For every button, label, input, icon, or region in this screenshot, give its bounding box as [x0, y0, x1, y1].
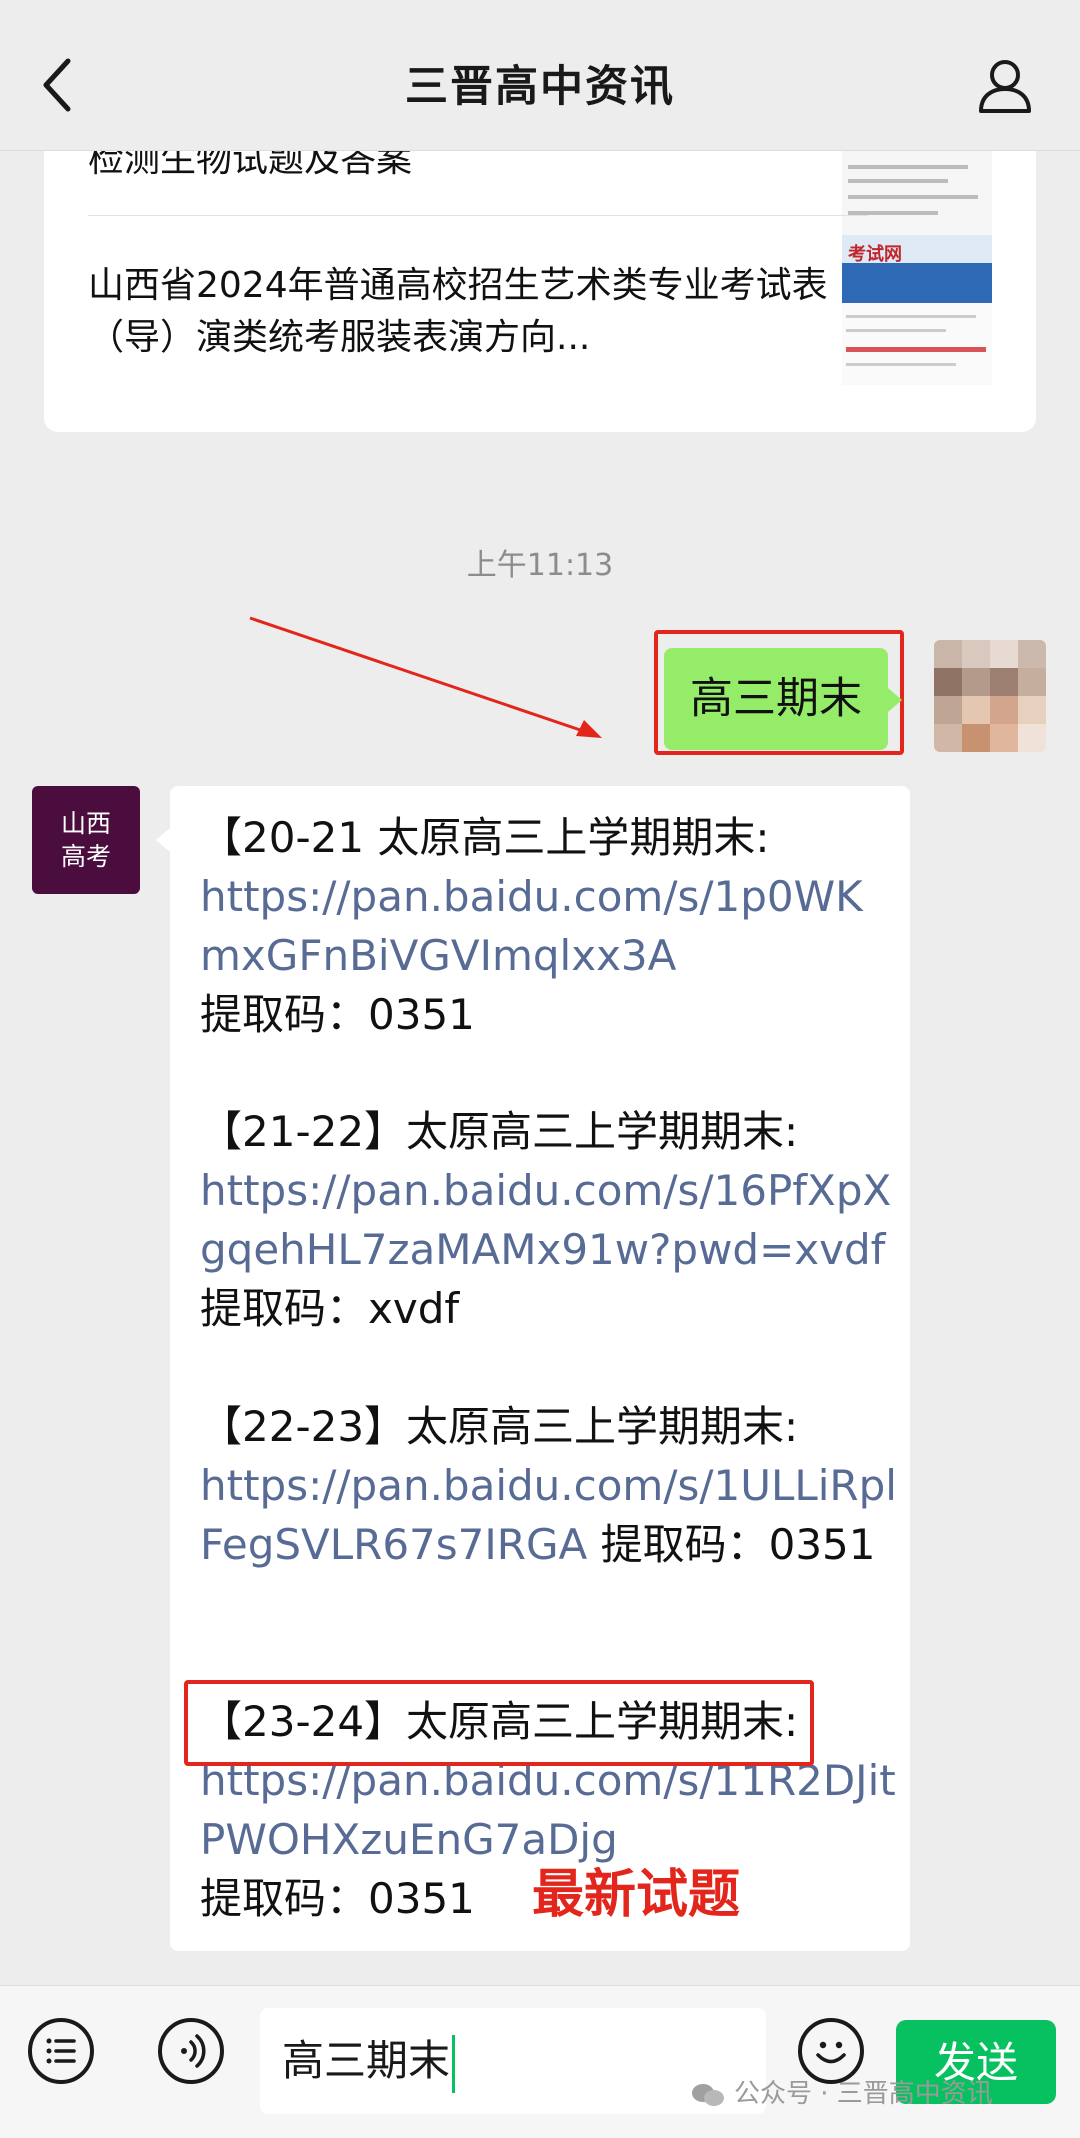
avatar[interactable] [934, 640, 1046, 752]
extract-code: 提取码：xvdf [200, 1284, 460, 1333]
article-thumbnail[interactable]: 考试网 [842, 235, 992, 385]
resource-heading: 【21-22】太原高三上学期期末: [200, 1107, 799, 1156]
sent-message-bubble[interactable]: 高三期末 [664, 648, 888, 750]
resource-entry: 【20-21 太原高三上学期期末: https://pan.baidu.com/… [200, 808, 900, 1044]
annotation-box [184, 1680, 814, 1766]
official-account-avatar[interactable]: 山西 高考 [32, 786, 140, 894]
avatar-text: 山西 [60, 809, 111, 838]
bubble-tail [156, 828, 170, 852]
menu-list-icon [46, 2038, 76, 2064]
emoji-icon [816, 2041, 846, 2064]
profile-icon[interactable] [975, 55, 1035, 115]
extract-code: 提取码：0351 [200, 990, 475, 1039]
pan-link[interactable]: https://pan.baidu.com/s/11R2DJitPWOHXzuE… [200, 1756, 896, 1864]
extract-code: 提取码：0351 [200, 1874, 475, 1923]
extract-code: 提取码：0351 [600, 1520, 876, 1569]
top-nav-bar: 三晋高中资讯 [0, 0, 1080, 151]
article-divider [88, 215, 868, 216]
input-text: 高三期末 [282, 2036, 451, 2085]
chat-title: 三晋高中资讯 [405, 62, 675, 112]
resource-heading: 【20-21 太原高三上学期期末: [200, 813, 770, 862]
pan-link[interactable]: https://pan.baidu.com/s/16PfXpXgqehHL7za… [200, 1166, 891, 1274]
resource-entry: 【22-23】太原高三上学期期末: https://pan.baidu.com/… [200, 1397, 900, 1574]
menu-list-icon[interactable] [28, 2018, 94, 2084]
bubble-tail [888, 688, 902, 712]
avatar-text: 高考 [60, 842, 111, 871]
article-item-title[interactable]: 山西省2024年普通高校招生艺术类专业考试表（导）演类统考服装表演方向... [88, 260, 848, 364]
annotation-note: 最新试题 [532, 1865, 741, 1925]
voice-icon[interactable] [158, 2018, 224, 2084]
text-caret [452, 2034, 456, 2093]
wechat-icon [692, 2083, 724, 2106]
watermark: 公众号 · 三晋高中资讯 [690, 2073, 993, 2110]
resource-entry: 【21-22】太原高三上学期期末: https://pan.baidu.com/… [200, 1102, 900, 1338]
annotation-arrow-icon [249, 616, 602, 738]
input-toolbar: 高三期末 发送 [0, 1985, 1080, 2138]
watermark-text: 公众号 · 三晋高中资讯 [734, 2079, 993, 2109]
voice-icon [181, 2034, 206, 2068]
pan-link[interactable]: https://pan.baidu.com/s/1p0WKmxGFnBiVGVI… [200, 872, 863, 980]
resource-heading: 【22-23】太原高三上学期期末: [200, 1402, 799, 1451]
message-timestamp: 上午11:13 [466, 548, 614, 583]
